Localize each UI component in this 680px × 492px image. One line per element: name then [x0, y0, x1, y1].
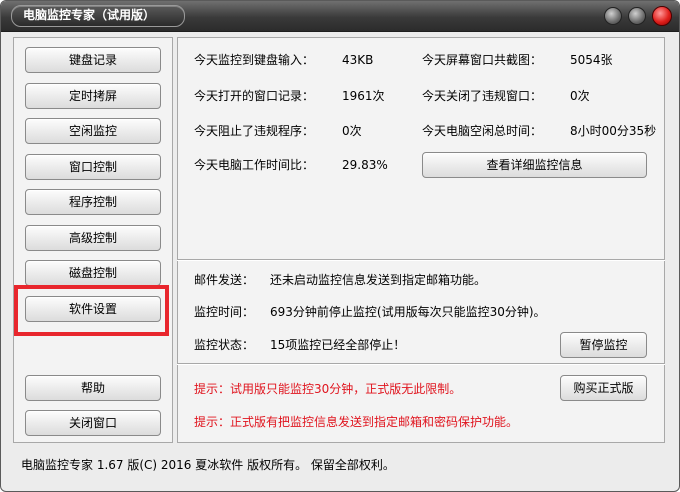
pause-monitor-button[interactable]: 暂停监控: [560, 332, 647, 358]
programs-blocked-value: 0次: [342, 124, 362, 138]
keyboard-input-label: 今天监控到键盘输入：: [194, 53, 315, 67]
sidebar-item-timed-screenshot[interactable]: 定时拷屏: [25, 83, 161, 109]
title-bar[interactable]: 电脑监控专家（试用版）: [1, 1, 679, 32]
sidebar-item-advanced-control[interactable]: 高级控制: [25, 225, 161, 251]
minimize-button[interactable]: [604, 7, 622, 25]
monitor-time-label: 监控时间：: [194, 305, 255, 319]
keyboard-input-value: 43KB: [342, 53, 374, 67]
maximize-button[interactable]: [628, 7, 646, 25]
idle-time-value: 8小时00分35秒: [570, 124, 657, 138]
windows-closed-label: 今天关闭了违规窗口：: [422, 89, 543, 103]
screenshots-value: 5054张: [570, 53, 613, 67]
sidebar-item-idle-monitor[interactable]: 空闲监控: [25, 118, 161, 144]
sidebar-item-keyboard-log[interactable]: 键盘记录: [25, 47, 161, 73]
copyright-text: 电脑监控专家 1.67 版(C) 2016 夏冰软件 版权所有。 保留全部权利。: [21, 458, 395, 472]
monitor-state-value: 15项监控已经全部停止！: [270, 338, 406, 352]
work-ratio-value: 29.83%: [342, 158, 388, 172]
monitor-state-label: 监控状态：: [194, 338, 255, 352]
sidebar-item-disk-control[interactable]: 磁盘控制: [25, 260, 161, 286]
view-details-button[interactable]: 查看详细监控信息: [422, 152, 647, 178]
sidebar-item-program-control[interactable]: 程序控制: [25, 189, 161, 215]
screenshots-label: 今天屏幕窗口共截图：: [422, 53, 543, 67]
idle-time-label: 今天电脑空闲总时间：: [422, 124, 543, 138]
mail-status-label: 邮件发送：: [194, 273, 255, 287]
work-ratio-label: 今天电脑工作时间比：: [194, 158, 315, 172]
programs-blocked-label: 今天阻止了违规程序：: [194, 124, 315, 138]
windows-opened-value: 1961次: [342, 89, 385, 103]
close-button[interactable]: [652, 6, 672, 26]
help-button[interactable]: 帮助: [25, 375, 161, 401]
section-divider: [177, 363, 665, 365]
window-title: 电脑监控专家（试用版）: [23, 8, 156, 22]
mail-status-value: 还未启动监控信息发送到指定邮箱功能。: [270, 273, 487, 287]
trial-notice: 提示：试用版只能监控30分钟，正式版无此限制。: [194, 382, 462, 396]
section-divider: [177, 259, 665, 261]
buy-full-version-button[interactable]: 购买正式版: [560, 375, 647, 401]
highlight-box: [14, 285, 169, 336]
windows-opened-label: 今天打开的窗口记录：: [194, 89, 315, 103]
app-window: 电脑监控专家（试用版） 键盘记录 定时拷屏 空闲监控 窗口控制 程序控制 高级控…: [0, 0, 680, 492]
monitor-time-value: 693分钟前停止监控(试用版每次只能监控30分钟)。: [270, 305, 546, 319]
sidebar-item-window-control[interactable]: 窗口控制: [25, 154, 161, 180]
windows-closed-value: 0次: [570, 89, 590, 103]
close-window-button[interactable]: 关闭窗口: [25, 410, 161, 436]
feature-notice: 提示：正式版有把监控信息发送到指定邮箱和密码保护功能。: [194, 415, 519, 429]
